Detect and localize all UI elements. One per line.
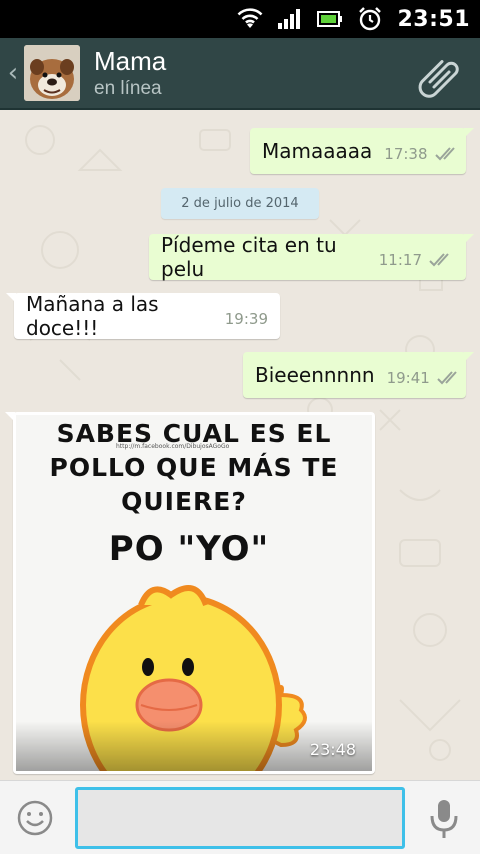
meme-watermark: http://m.facebook.com/DibujosAGoGo (116, 443, 230, 450)
chevron-left-icon[interactable]: ‹ (2, 58, 24, 88)
message-time: 19:41 (386, 369, 430, 387)
meme-line-3: QUIERE? (121, 487, 247, 516)
status-bar: 23:51 (0, 0, 480, 38)
status-clock: 23:51 (397, 6, 470, 32)
message-time: 17:38 (384, 145, 428, 163)
message-text: Mamaaaaa (262, 139, 373, 163)
message-text: Pídeme cita en tu pelu (161, 233, 337, 281)
meme-line-4: PO "YO" (108, 529, 270, 569)
avatar[interactable] (24, 45, 80, 101)
signal-icon (277, 8, 303, 30)
message-bubble[interactable]: Mañana a las doce!!! 19:39 (6, 292, 280, 340)
paperclip-icon[interactable] (416, 52, 462, 98)
double-check-icon (428, 252, 454, 268)
microphone-icon[interactable] (428, 798, 460, 840)
message-bubble[interactable]: Bieeennnnn 19:41 (243, 352, 474, 398)
wifi-icon (237, 8, 263, 30)
image-message[interactable]: SABES CUAL ES EL http://m.facebook.com/D… (5, 412, 375, 774)
contact-name: Mama (94, 46, 167, 76)
meme-image[interactable]: SABES CUAL ES EL http://m.facebook.com/D… (16, 415, 372, 771)
message-time: 19:39 (224, 310, 268, 328)
message-bubble[interactable]: Mamaaaaa 17:38 (250, 128, 474, 174)
message-bubble[interactable]: Pídeme cita en tu pelu 11:17 (149, 233, 474, 281)
contact-status: en línea (94, 78, 162, 99)
chat-header: ‹ Mama en línea (0, 38, 480, 110)
contact-info[interactable]: Mama en línea (94, 46, 166, 100)
smiley-icon[interactable] (16, 799, 54, 837)
double-check-icon (436, 370, 462, 386)
input-bar (0, 780, 480, 854)
message-time: 23:48 (309, 740, 356, 759)
battery-icon (317, 9, 343, 29)
message-text: Mañana a las doce!!! (26, 292, 159, 340)
date-separator: 2 de julio de 2014 (161, 188, 319, 219)
alarm-icon (357, 6, 383, 32)
chat-area[interactable]: Mamaaaaa 17:38 2 de julio de 2014 Pídeme… (0, 110, 480, 780)
meme-line-2: POLLO QUE MÁS TE (49, 453, 339, 482)
message-input[interactable] (75, 787, 405, 849)
message-text: Bieeennnnn (255, 363, 375, 387)
double-check-icon (434, 146, 460, 162)
message-time: 11:17 (378, 251, 422, 269)
